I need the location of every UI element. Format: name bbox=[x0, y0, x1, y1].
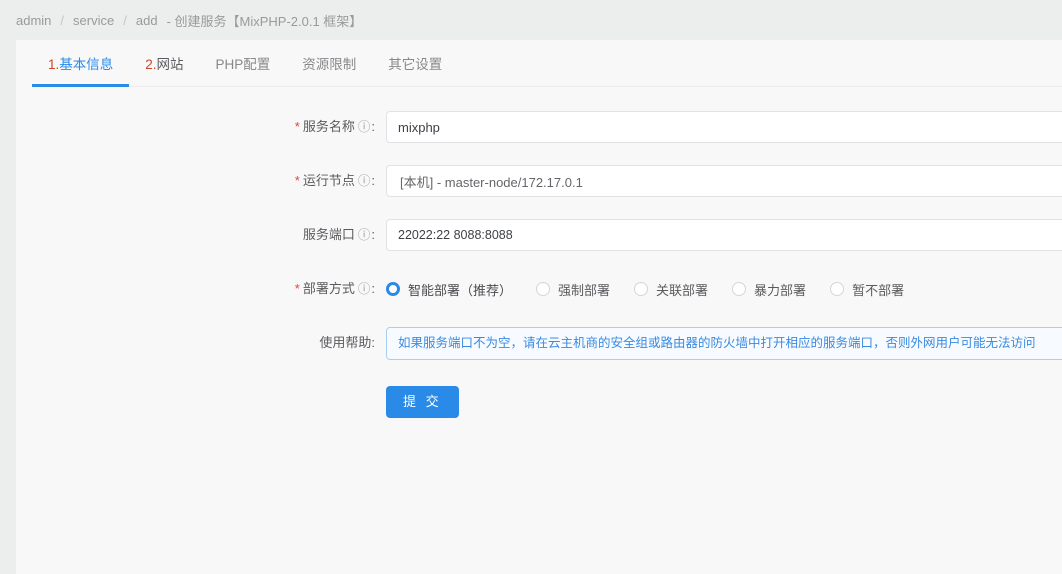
radio-mark-icon bbox=[732, 282, 747, 296]
label-service-port-text: 服务端口 bbox=[302, 227, 355, 242]
label-service-port: 服务端口 ⓘ: bbox=[16, 219, 386, 251]
radio-mark-icon bbox=[830, 282, 845, 296]
control-service-name bbox=[386, 111, 1062, 143]
radio-no-deploy-label: 暂不部署 bbox=[852, 282, 905, 298]
tab-website-label: 网站 bbox=[156, 57, 184, 72]
breadcrumb-current-title: - 创建服务【MixPHP-2.0.1 框架】 bbox=[166, 13, 363, 29]
question-circle-icon[interactable]: ⓘ bbox=[358, 273, 371, 305]
radio-smart-deploy-label: 智能部署（推荐） bbox=[408, 282, 513, 298]
deploy-mode-radio-group: 智能部署（推荐） 强制部署 关联部署 暴力部署 暂不部署 bbox=[386, 273, 1062, 305]
label-service-name-text: 服务名称 bbox=[302, 119, 355, 134]
question-circle-icon[interactable]: ⓘ bbox=[358, 111, 371, 143]
label-colon: : bbox=[371, 119, 375, 134]
tab-php-config[interactable]: PHP配置 bbox=[200, 42, 287, 87]
form-row-service-name: * 服务名称 ⓘ: bbox=[16, 111, 1062, 143]
submit-button[interactable]: 提 交 bbox=[386, 386, 459, 418]
form-row-deploy-mode: * 部署方式 ⓘ: 智能部署（推荐） 强制部署 关联部署 暴力部署 暂不部署 bbox=[16, 273, 1062, 305]
tab-bar: 1.基本信息 2.网站 PHP配置 资源限制 其它设置 bbox=[16, 40, 1062, 87]
label-usage-help-text: 使用帮助 bbox=[319, 335, 372, 350]
breadcrumb-item-add[interactable]: add bbox=[136, 13, 158, 28]
tab-php-config-label: PHP配置 bbox=[215, 57, 271, 72]
breadcrumb-bar: admin / service / add - 创建服务【MixPHP-2.0.… bbox=[0, 0, 1062, 40]
tab-basic-info[interactable]: 1.基本信息 bbox=[32, 42, 130, 87]
breadcrumb-item-admin[interactable]: admin bbox=[16, 13, 51, 28]
radio-smart-deploy[interactable]: 智能部署（推荐） bbox=[386, 280, 512, 299]
radio-mark-icon bbox=[634, 282, 649, 296]
radio-mark-icon bbox=[536, 282, 551, 296]
breadcrumb-separator: / bbox=[123, 12, 127, 28]
label-colon: : bbox=[371, 335, 375, 350]
label-usage-help: 使用帮助: bbox=[16, 327, 386, 359]
label-service-name: * 服务名称 ⓘ: bbox=[16, 111, 386, 143]
tab-website[interactable]: 2.网站 bbox=[129, 42, 199, 87]
form-row-submit: 提 交 bbox=[16, 386, 1062, 418]
radio-force-violent-deploy-label: 暴力部署 bbox=[754, 282, 807, 298]
breadcrumb-separator: / bbox=[60, 12, 65, 28]
required-asterisk: * bbox=[294, 173, 300, 188]
radio-force-deploy[interactable]: 强制部署 bbox=[536, 280, 610, 299]
tab-other-settings-label: 其它设置 bbox=[388, 57, 443, 72]
label-run-node: * 运行节点 ⓘ: bbox=[16, 165, 386, 197]
required-asterisk: * bbox=[294, 281, 300, 296]
control-usage-help: 如果服务端口不为空，请在云主机商的安全组或路由器的防火墙中打开相应的服务端口，否… bbox=[386, 327, 1062, 360]
tab-basic-info-label: 基本信息 bbox=[59, 57, 114, 72]
breadcrumb: admin / service / add - 创建服务【MixPHP-2.0.… bbox=[16, 11, 362, 30]
question-circle-icon[interactable]: ⓘ bbox=[358, 219, 371, 251]
tab-resource-limit[interactable]: 资源限制 bbox=[286, 42, 372, 87]
label-colon: : bbox=[371, 227, 375, 242]
control-submit: 提 交 bbox=[386, 386, 1062, 418]
content-card: 1.基本信息 2.网站 PHP配置 资源限制 其它设置 * 服务名称 ⓘ: mi… bbox=[16, 40, 1062, 574]
required-asterisk: * bbox=[294, 119, 300, 134]
form-row-run-node: * 运行节点 ⓘ: bbox=[16, 165, 1062, 197]
run-node-select[interactable] bbox=[386, 165, 1062, 197]
form-row-service-port: 服务端口 ⓘ: bbox=[16, 219, 1062, 251]
label-run-node-text: 运行节点 bbox=[302, 173, 355, 188]
radio-force-violent-deploy[interactable]: 暴力部署 bbox=[732, 280, 806, 299]
label-colon: : bbox=[371, 173, 375, 188]
create-service-form: *服务名称ⓘ: *运行节点ⓘ: 服务端口ⓘ: bbox=[16, 87, 1062, 418]
radio-related-deploy[interactable]: 关联部署 bbox=[634, 280, 708, 299]
service-port-input[interactable] bbox=[386, 219, 1062, 251]
breadcrumb-item-service[interactable]: service bbox=[73, 13, 114, 28]
form-row-usage-help: 使用帮助: 如果服务端口不为空，请在云主机商的安全组或路由器的防火墙中打开相应的… bbox=[16, 327, 1062, 360]
label-colon: : bbox=[371, 281, 375, 296]
question-circle-icon[interactable]: ⓘ bbox=[358, 165, 371, 197]
label-deploy-mode: * 部署方式 ⓘ: bbox=[16, 273, 386, 305]
tab-basic-info-number: 1. bbox=[48, 57, 60, 72]
radio-related-deploy-label: 关联部署 bbox=[656, 282, 709, 298]
tab-website-number: 2. bbox=[145, 57, 157, 72]
tab-resource-limit-label: 资源限制 bbox=[302, 57, 357, 72]
label-deploy-mode-text: 部署方式 bbox=[302, 281, 355, 296]
service-name-input[interactable] bbox=[386, 111, 1062, 143]
tab-other-settings[interactable]: 其它设置 bbox=[372, 42, 458, 87]
control-run-node bbox=[386, 165, 1062, 197]
usage-help-text: 如果服务端口不为空，请在云主机商的安全组或路由器的防火墙中打开相应的服务端口，否… bbox=[386, 327, 1062, 360]
radio-no-deploy[interactable]: 暂不部署 bbox=[830, 280, 904, 299]
radio-force-deploy-label: 强制部署 bbox=[558, 282, 611, 298]
radio-mark-icon bbox=[386, 282, 400, 296]
control-service-port bbox=[386, 219, 1062, 251]
control-deploy-mode: 智能部署（推荐） 强制部署 关联部署 暴力部署 暂不部署 bbox=[386, 273, 1062, 305]
